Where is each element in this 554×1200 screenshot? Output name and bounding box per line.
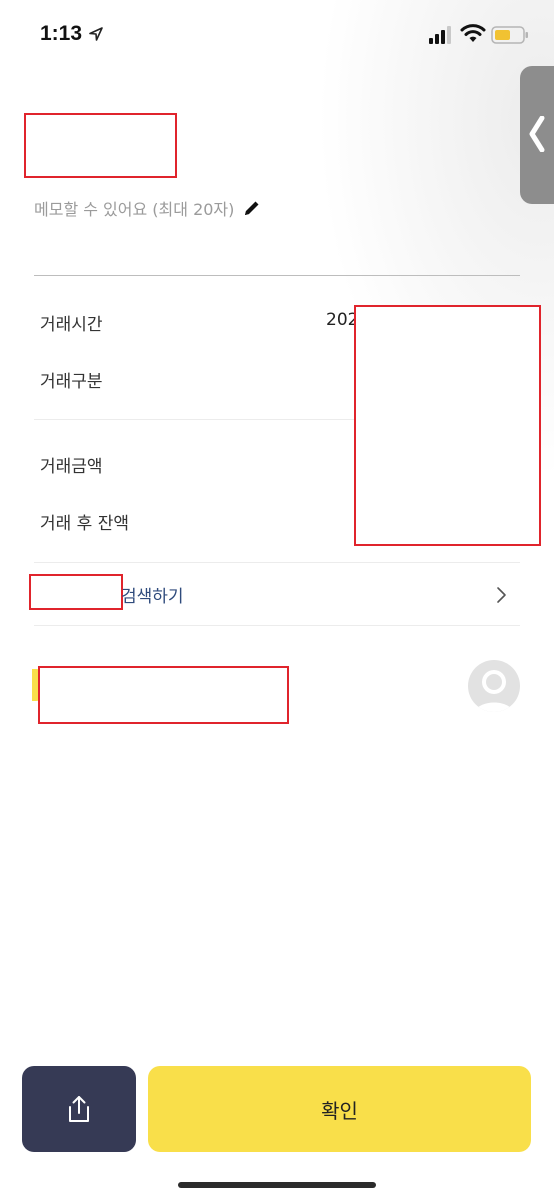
transaction-time-label: 거래시간 bbox=[40, 315, 103, 335]
location-arrow-icon bbox=[89, 27, 103, 41]
redacted-search-prefix bbox=[29, 574, 123, 610]
memo-placeholder: 메모할 수 있어요 (최대 20자) bbox=[34, 200, 235, 219]
confirm-button[interactable]: 확인 bbox=[148, 1066, 531, 1152]
transaction-amount-label: 거래금액 bbox=[40, 457, 103, 477]
section-divider bbox=[34, 275, 520, 276]
detail-divider-2 bbox=[34, 562, 520, 563]
confirm-button-label: 확인 bbox=[321, 1098, 358, 1123]
chevron-left-icon bbox=[529, 116, 545, 152]
balance-after-label: 거래 후 잔액 bbox=[40, 514, 130, 534]
redacted-values bbox=[354, 305, 541, 546]
wifi-icon bbox=[460, 24, 486, 42]
pencil-icon bbox=[245, 201, 259, 215]
share-icon bbox=[69, 1096, 89, 1122]
status-time: 1:13 bbox=[40, 22, 83, 45]
person-icon bbox=[473, 670, 515, 712]
status-bar: 1:13 bbox=[0, 0, 554, 70]
share-button[interactable] bbox=[22, 1066, 136, 1152]
chevron-right-icon bbox=[497, 587, 506, 603]
cellular-signal-icon bbox=[429, 26, 451, 44]
search-link-label[interactable]: 검색하기 bbox=[121, 582, 184, 607]
redacted-title bbox=[24, 113, 177, 178]
home-indicator bbox=[178, 1182, 376, 1188]
detail-divider-3 bbox=[34, 625, 520, 626]
memo-button[interactable]: 메모할 수 있어요 (최대 20자) bbox=[34, 196, 262, 220]
avatar[interactable] bbox=[468, 660, 520, 712]
transaction-type-label: 거래구분 bbox=[40, 372, 103, 392]
transaction-detail-screen: 1:13 메모할 수 있어요 (최대 20자) 거래시간 202 거래구분 거래… bbox=[0, 0, 554, 1200]
side-panel-handle[interactable] bbox=[520, 66, 554, 204]
redacted-counterparty bbox=[38, 666, 289, 724]
battery-icon bbox=[491, 26, 528, 44]
